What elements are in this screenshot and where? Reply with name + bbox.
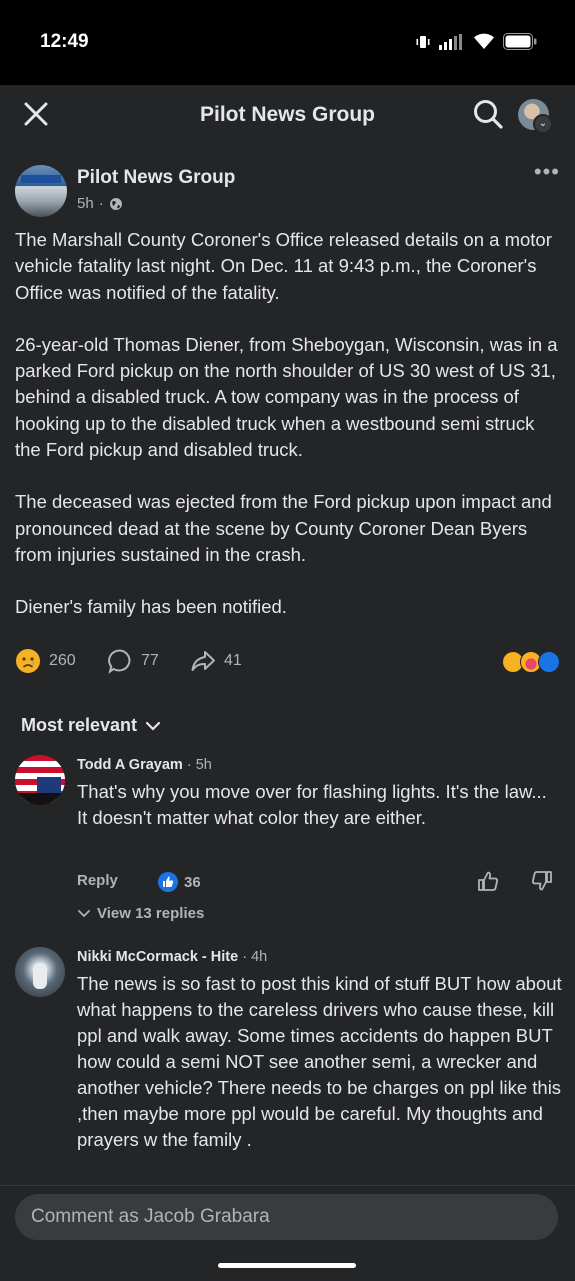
comment-sort-dropdown[interactable]: Most relevant	[21, 715, 161, 736]
view-replies-label: View 13 replies	[97, 905, 205, 922]
comment-input[interactable]: Comment as Jacob Grabara	[15, 1194, 558, 1240]
close-icon[interactable]	[22, 100, 50, 128]
like-badge-icon	[158, 872, 178, 892]
chevron-down-icon	[145, 721, 161, 731]
comment-line: The news is so fast to post this kind of…	[77, 973, 562, 1150]
reaction-summary[interactable]	[502, 651, 560, 673]
meta-separator: ·	[98, 195, 104, 212]
home-indicator[interactable]	[218, 1263, 356, 1268]
commenter-avatar[interactable]	[15, 755, 65, 805]
status-bar: 12:49	[0, 0, 575, 85]
share-icon	[191, 651, 215, 671]
globe-icon	[109, 197, 122, 210]
view-replies-link[interactable]: View 13 replies	[77, 905, 204, 922]
comment-separator: ·	[186, 757, 196, 773]
comment-icon	[108, 649, 131, 674]
comment-author[interactable]: Nikki McCormack - Hite	[77, 949, 238, 965]
profile-avatar[interactable]: ⌄	[518, 99, 553, 134]
comment-time: 5h	[195, 757, 212, 773]
chevron-down-icon	[78, 910, 90, 918]
comment-author-line: Todd A Grayam · 5h	[77, 757, 212, 773]
reactions-count: 260	[49, 652, 76, 669]
post-text: The Marshall County Coroner's Office rel…	[15, 227, 563, 647]
like-reaction-icon	[538, 651, 560, 673]
comment-vote-buttons	[477, 870, 553, 892]
comment-author-line: Nikki McCormack - Hite · 4h	[77, 949, 267, 965]
battery-icon	[503, 33, 537, 50]
comment-time: 4h	[251, 949, 268, 965]
page-avatar[interactable]	[15, 165, 67, 217]
comments-count: 77	[141, 652, 159, 669]
comment-line: That's why you move over for flashing li…	[77, 781, 547, 802]
post-paragraph: The deceased was ejected from the Ford p…	[15, 491, 552, 565]
top-app-bar: Pilot News Group ⌄	[0, 85, 575, 145]
header-title: Pilot News Group	[199, 103, 375, 126]
comment-separator: ·	[242, 949, 252, 965]
comment-author[interactable]: Todd A Grayam	[77, 757, 183, 773]
comment-likes[interactable]: 36	[158, 872, 201, 892]
comment-text: The news is so fast to post this kind of…	[77, 971, 562, 1153]
more-options-icon[interactable]: •••	[534, 159, 560, 185]
sort-label: Most relevant	[21, 715, 138, 735]
post-paragraph: 26-year-old Thomas Diener, from Sheboyga…	[15, 333, 558, 461]
chevron-down-icon: ⌄	[533, 114, 553, 134]
post-header: Pilot News Group 5h · •••	[15, 159, 560, 217]
share-button[interactable]: 41	[190, 648, 242, 674]
status-icons	[415, 33, 537, 50]
comment: Nikki McCormack - Hite · 4h The news is …	[15, 947, 562, 1187]
wifi-icon	[474, 33, 494, 49]
shares-count: 41	[224, 652, 242, 669]
post-actions: 260 77 41	[15, 648, 560, 676]
comment: Todd A Grayam · 5h That's why you move o…	[15, 755, 560, 925]
comment-likes-count: 36	[184, 873, 201, 891]
thumbs-up-icon[interactable]	[477, 870, 499, 892]
thumbs-down-icon[interactable]	[531, 870, 553, 892]
post-paragraph: Diener's family has been notified.	[15, 596, 287, 618]
post-paragraph: The Marshall County Coroner's Office rel…	[15, 229, 552, 303]
comment-text: That's why you move over for flashing li…	[77, 779, 562, 831]
signal-icon	[439, 33, 462, 50]
page-name[interactable]: Pilot News Group	[77, 167, 235, 189]
commenter-avatar[interactable]	[15, 947, 65, 997]
vibrate-icon	[416, 35, 430, 48]
post-meta: 5h ·	[77, 195, 123, 212]
comment-button[interactable]: 77	[107, 648, 159, 674]
search-icon[interactable]	[472, 98, 504, 130]
react-button[interactable]: 260	[15, 648, 76, 674]
reply-button[interactable]: Reply	[77, 872, 118, 889]
comment-composer-bar: Comment as Jacob Grabara	[0, 1185, 575, 1281]
comment-line: It doesn't matter what color they are ei…	[77, 807, 427, 828]
status-time: 12:49	[40, 31, 89, 52]
sad-face-icon	[16, 649, 40, 673]
post-time: 5h	[77, 195, 94, 212]
